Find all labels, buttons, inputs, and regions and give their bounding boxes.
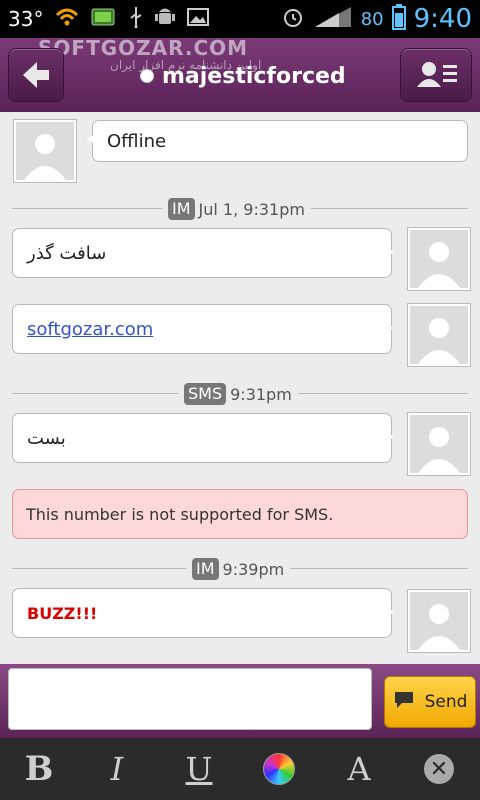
status-bar-right: 80 9:40 [281,0,472,38]
close-toolbar-button[interactable]: ✕ [410,744,468,794]
back-button[interactable] [8,48,64,102]
wifi-icon [55,7,79,32]
color-button[interactable] [250,744,308,794]
message-type-badge: SMS [184,383,227,405]
person-icon [24,134,66,180]
timestamp-separator: IM 9:39pm [12,557,468,581]
formatting-toolbar [0,738,480,800]
timestamp: Jul 1, 9:31pm [198,199,305,219]
person-icon [418,242,460,288]
temperature-text: 33° [8,7,44,31]
message-type-badge: IM [192,558,219,580]
message-link[interactable]: softgozar.com [27,319,153,340]
alarm-icon [281,5,305,33]
avatar [14,120,76,182]
message-bubble[interactable]: BUZZ!!! [12,588,394,638]
battery-percent: 80 [360,8,384,30]
sms-error-notice: This number is not supported for SMS. [12,489,468,539]
bold-button[interactable]: B [10,744,68,794]
send-label: Send [424,692,468,712]
back-arrow-icon [9,62,63,105]
close-icon: ✕ [424,754,454,784]
chat-bubble-icon [393,690,415,715]
person-icon [418,318,460,364]
contact-name: majesticforced [162,63,346,89]
clock: 9:40 [413,4,472,34]
image-icon [187,7,210,32]
battery-status-icon [91,7,117,32]
timestamp-separator: SMS 9:31pm [12,382,468,406]
timestamp: 9:39pm [222,559,285,579]
person-icon [418,604,460,650]
underline-button[interactable]: U [170,744,228,794]
buzz-text: BUZZ!!! [27,603,98,623]
message-bubble[interactable]: softgozar.com [12,304,394,354]
signal-icon [313,5,353,33]
message-text: بست [27,427,66,449]
error-text: This number is not supported for SMS. [26,504,334,524]
message-type-badge: IM [168,198,195,220]
contact-list-icon [401,62,471,105]
message-text: سافت گذر [27,242,107,264]
avatar [408,590,470,652]
battery-icon [391,4,406,34]
avatar [408,413,470,475]
message-bubble[interactable]: سافت گذر [12,228,394,278]
timestamp-separator: IM Jul 1, 9:31pm [12,197,468,221]
send-button[interactable]: Send [384,676,476,728]
status-bar-left: 33° [8,0,210,38]
message-input[interactable] [8,668,372,730]
message-bubble[interactable]: بست [12,413,394,463]
contact-title: majesticforced [140,56,346,96]
presence-offline-icon [140,69,154,83]
avatar [408,228,470,290]
font-button[interactable]: A [330,744,388,794]
avatar [408,304,470,366]
status-bubble: Offline [87,120,468,162]
person-icon [418,427,460,473]
contact-list-button[interactable] [400,48,472,102]
color-wheel-icon [263,753,295,785]
timestamp: 9:31pm [230,384,292,404]
status-text: Offline [107,130,167,152]
italic-button[interactable]: I [88,744,146,794]
usb-icon [129,6,143,33]
status-bar: 33° 80 9:40 [0,0,480,38]
android-debug-icon [155,6,176,33]
